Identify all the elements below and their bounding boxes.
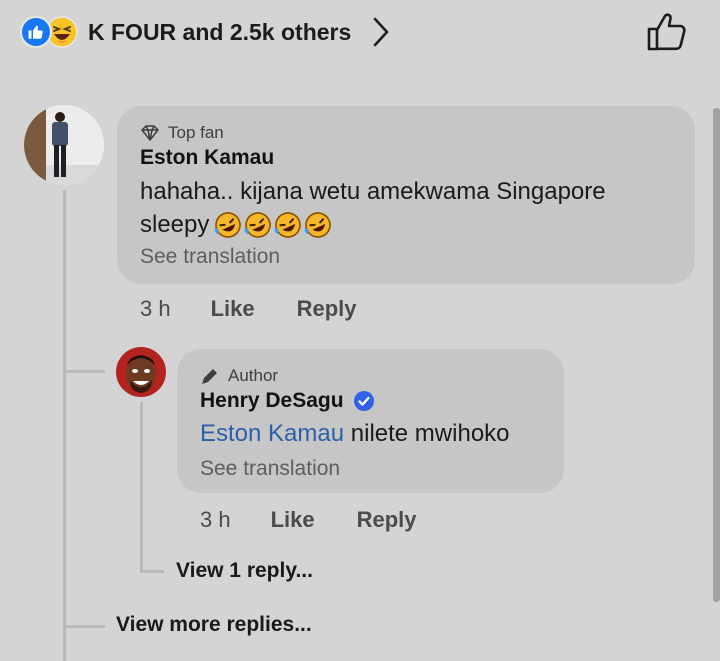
thread-line-branch-more — [63, 625, 105, 628]
rofl-emoji-icon — [275, 211, 302, 238]
comment-text-line2: sleepy — [140, 211, 210, 238]
comment-timestamp: 3 h — [140, 296, 171, 321]
laughing-tears-emoji-group — [213, 211, 333, 239]
verified-badge-icon — [353, 390, 375, 412]
comment-like-button[interactable]: Like — [211, 296, 255, 322]
view-more-replies-link[interactable]: View more replies... — [116, 613, 312, 637]
reply-text-body: nilete mwihoko — [350, 420, 510, 447]
comment-actions: 3 h Like Reply — [140, 296, 357, 322]
author-badge: Author — [200, 366, 278, 386]
badge-label: Author — [228, 366, 279, 385]
like-reaction-icon — [20, 16, 52, 48]
avatar-eston-kamau[interactable] — [24, 105, 104, 185]
thumbs-up-outline-icon — [647, 13, 686, 51]
pencil-icon — [202, 369, 217, 384]
reply-timestamp: 3 h — [200, 507, 231, 532]
thread-line-main — [63, 190, 66, 661]
thread-line-sub — [140, 402, 143, 572]
badge-label: Top fan — [168, 123, 224, 142]
commenter-name[interactable]: Eston Kamau — [140, 146, 274, 170]
chevron-right-icon[interactable] — [371, 16, 391, 48]
like-post-button[interactable] — [644, 10, 690, 54]
scrollbar[interactable] — [713, 108, 720, 602]
view-one-reply-link[interactable]: View 1 reply... — [176, 559, 313, 583]
reply-author-name[interactable]: Henry DeSagu — [200, 389, 344, 413]
rofl-emoji-icon — [245, 211, 272, 238]
comment-text-line2-row: sleepy — [140, 208, 680, 241]
rofl-emoji-icon — [215, 211, 242, 238]
reply-reply-button[interactable]: Reply — [357, 507, 417, 533]
top-fan-badge: Top fan — [140, 123, 224, 143]
avatar-henry-desagu[interactable] — [116, 347, 166, 397]
comment-bubble-henry[interactable]: Author Henry DeSagu Eston Kamau nilete m… — [177, 349, 564, 493]
mention-link[interactable]: Eston Kamau — [200, 420, 344, 447]
reply-author-row: Henry DeSagu — [200, 389, 375, 413]
reactions-summary-text[interactable]: K FOUR and 2.5k others — [88, 19, 351, 46]
reaction-icons — [20, 16, 78, 48]
reply-text: Eston Kamau nilete mwihoko — [200, 417, 510, 450]
reply-actions: 3 h Like Reply — [200, 507, 417, 533]
reply-see-translation-link[interactable]: See translation — [200, 457, 340, 481]
comment-reply-button[interactable]: Reply — [297, 296, 357, 322]
see-translation-link[interactable]: See translation — [140, 245, 280, 269]
comment-bubble-eston[interactable]: Top fan Eston Kamau hahaha.. kijana wetu… — [117, 106, 695, 284]
comment-thread-screen: K FOUR and 2.5k others Top fan Eston Kam… — [0, 0, 720, 661]
reactions-summary[interactable]: K FOUR and 2.5k others — [20, 10, 391, 54]
reply-like-button[interactable]: Like — [271, 507, 315, 533]
comment-text: hahaha.. kijana wetu amekwama Singapore … — [140, 175, 680, 241]
rofl-emoji-icon — [305, 211, 332, 238]
comment-text-line1: hahaha.. kijana wetu amekwama Singapore — [140, 178, 606, 205]
thread-line-branch-reply — [63, 370, 105, 373]
thread-line-sub-branch — [140, 570, 164, 573]
diamond-icon — [141, 125, 159, 141]
